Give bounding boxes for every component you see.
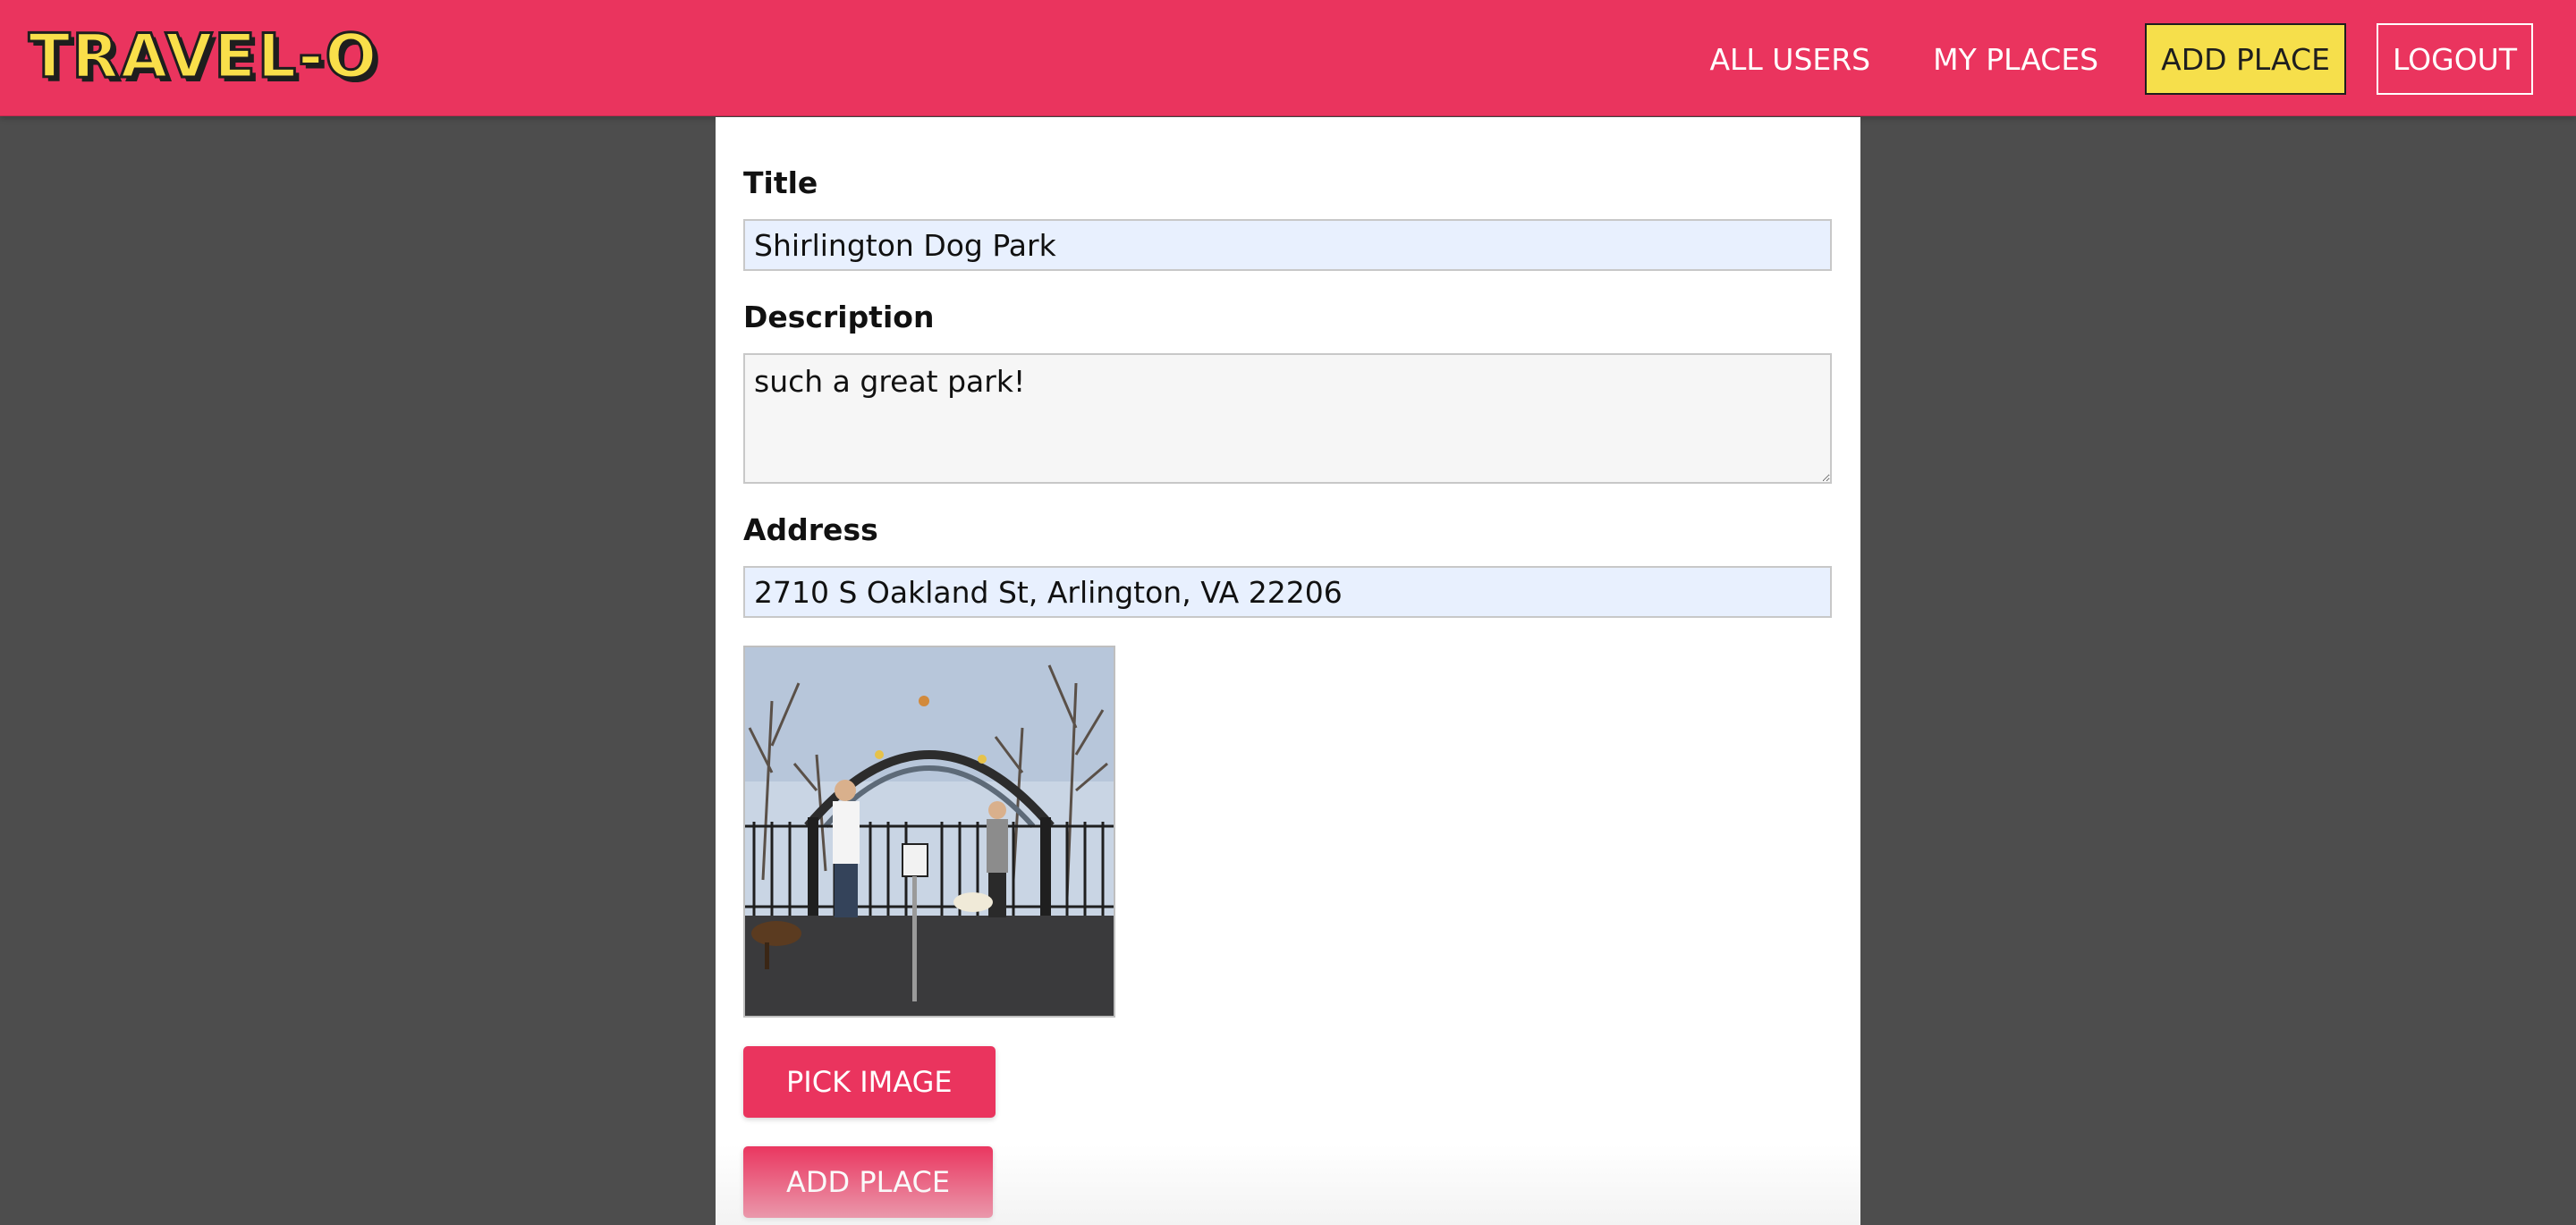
pick-image-button[interactable]: PICK IMAGE bbox=[743, 1046, 996, 1118]
address-label: Address bbox=[743, 512, 878, 547]
logout-button[interactable]: LOGOUT bbox=[2376, 23, 2533, 95]
place-form: Title Description such a great park! Add… bbox=[716, 117, 1860, 1225]
add-place-submit-button[interactable]: ADD PLACE bbox=[743, 1146, 994, 1218]
main-header: TRAVEL-O ALL USERS MY PLACES ADD PLACE L… bbox=[0, 0, 2576, 116]
description-label: Description bbox=[743, 300, 935, 334]
main-nav: ALL USERS MY PLACES ADD PLACE LOGOUT bbox=[1693, 23, 2533, 95]
app-logo[interactable]: TRAVEL-O bbox=[27, 21, 378, 94]
nav-add-place[interactable]: ADD PLACE bbox=[2145, 23, 2346, 95]
nav-all-users[interactable]: ALL USERS bbox=[1693, 23, 1886, 95]
title-input[interactable] bbox=[743, 219, 1832, 271]
address-input[interactable] bbox=[743, 566, 1832, 618]
description-textarea[interactable]: such a great park! bbox=[743, 353, 1832, 484]
nav-my-places[interactable]: MY PLACES bbox=[1917, 23, 2114, 95]
title-label: Title bbox=[743, 165, 818, 200]
dog-park-photo-icon bbox=[745, 647, 1114, 1016]
image-preview bbox=[743, 646, 1115, 1018]
